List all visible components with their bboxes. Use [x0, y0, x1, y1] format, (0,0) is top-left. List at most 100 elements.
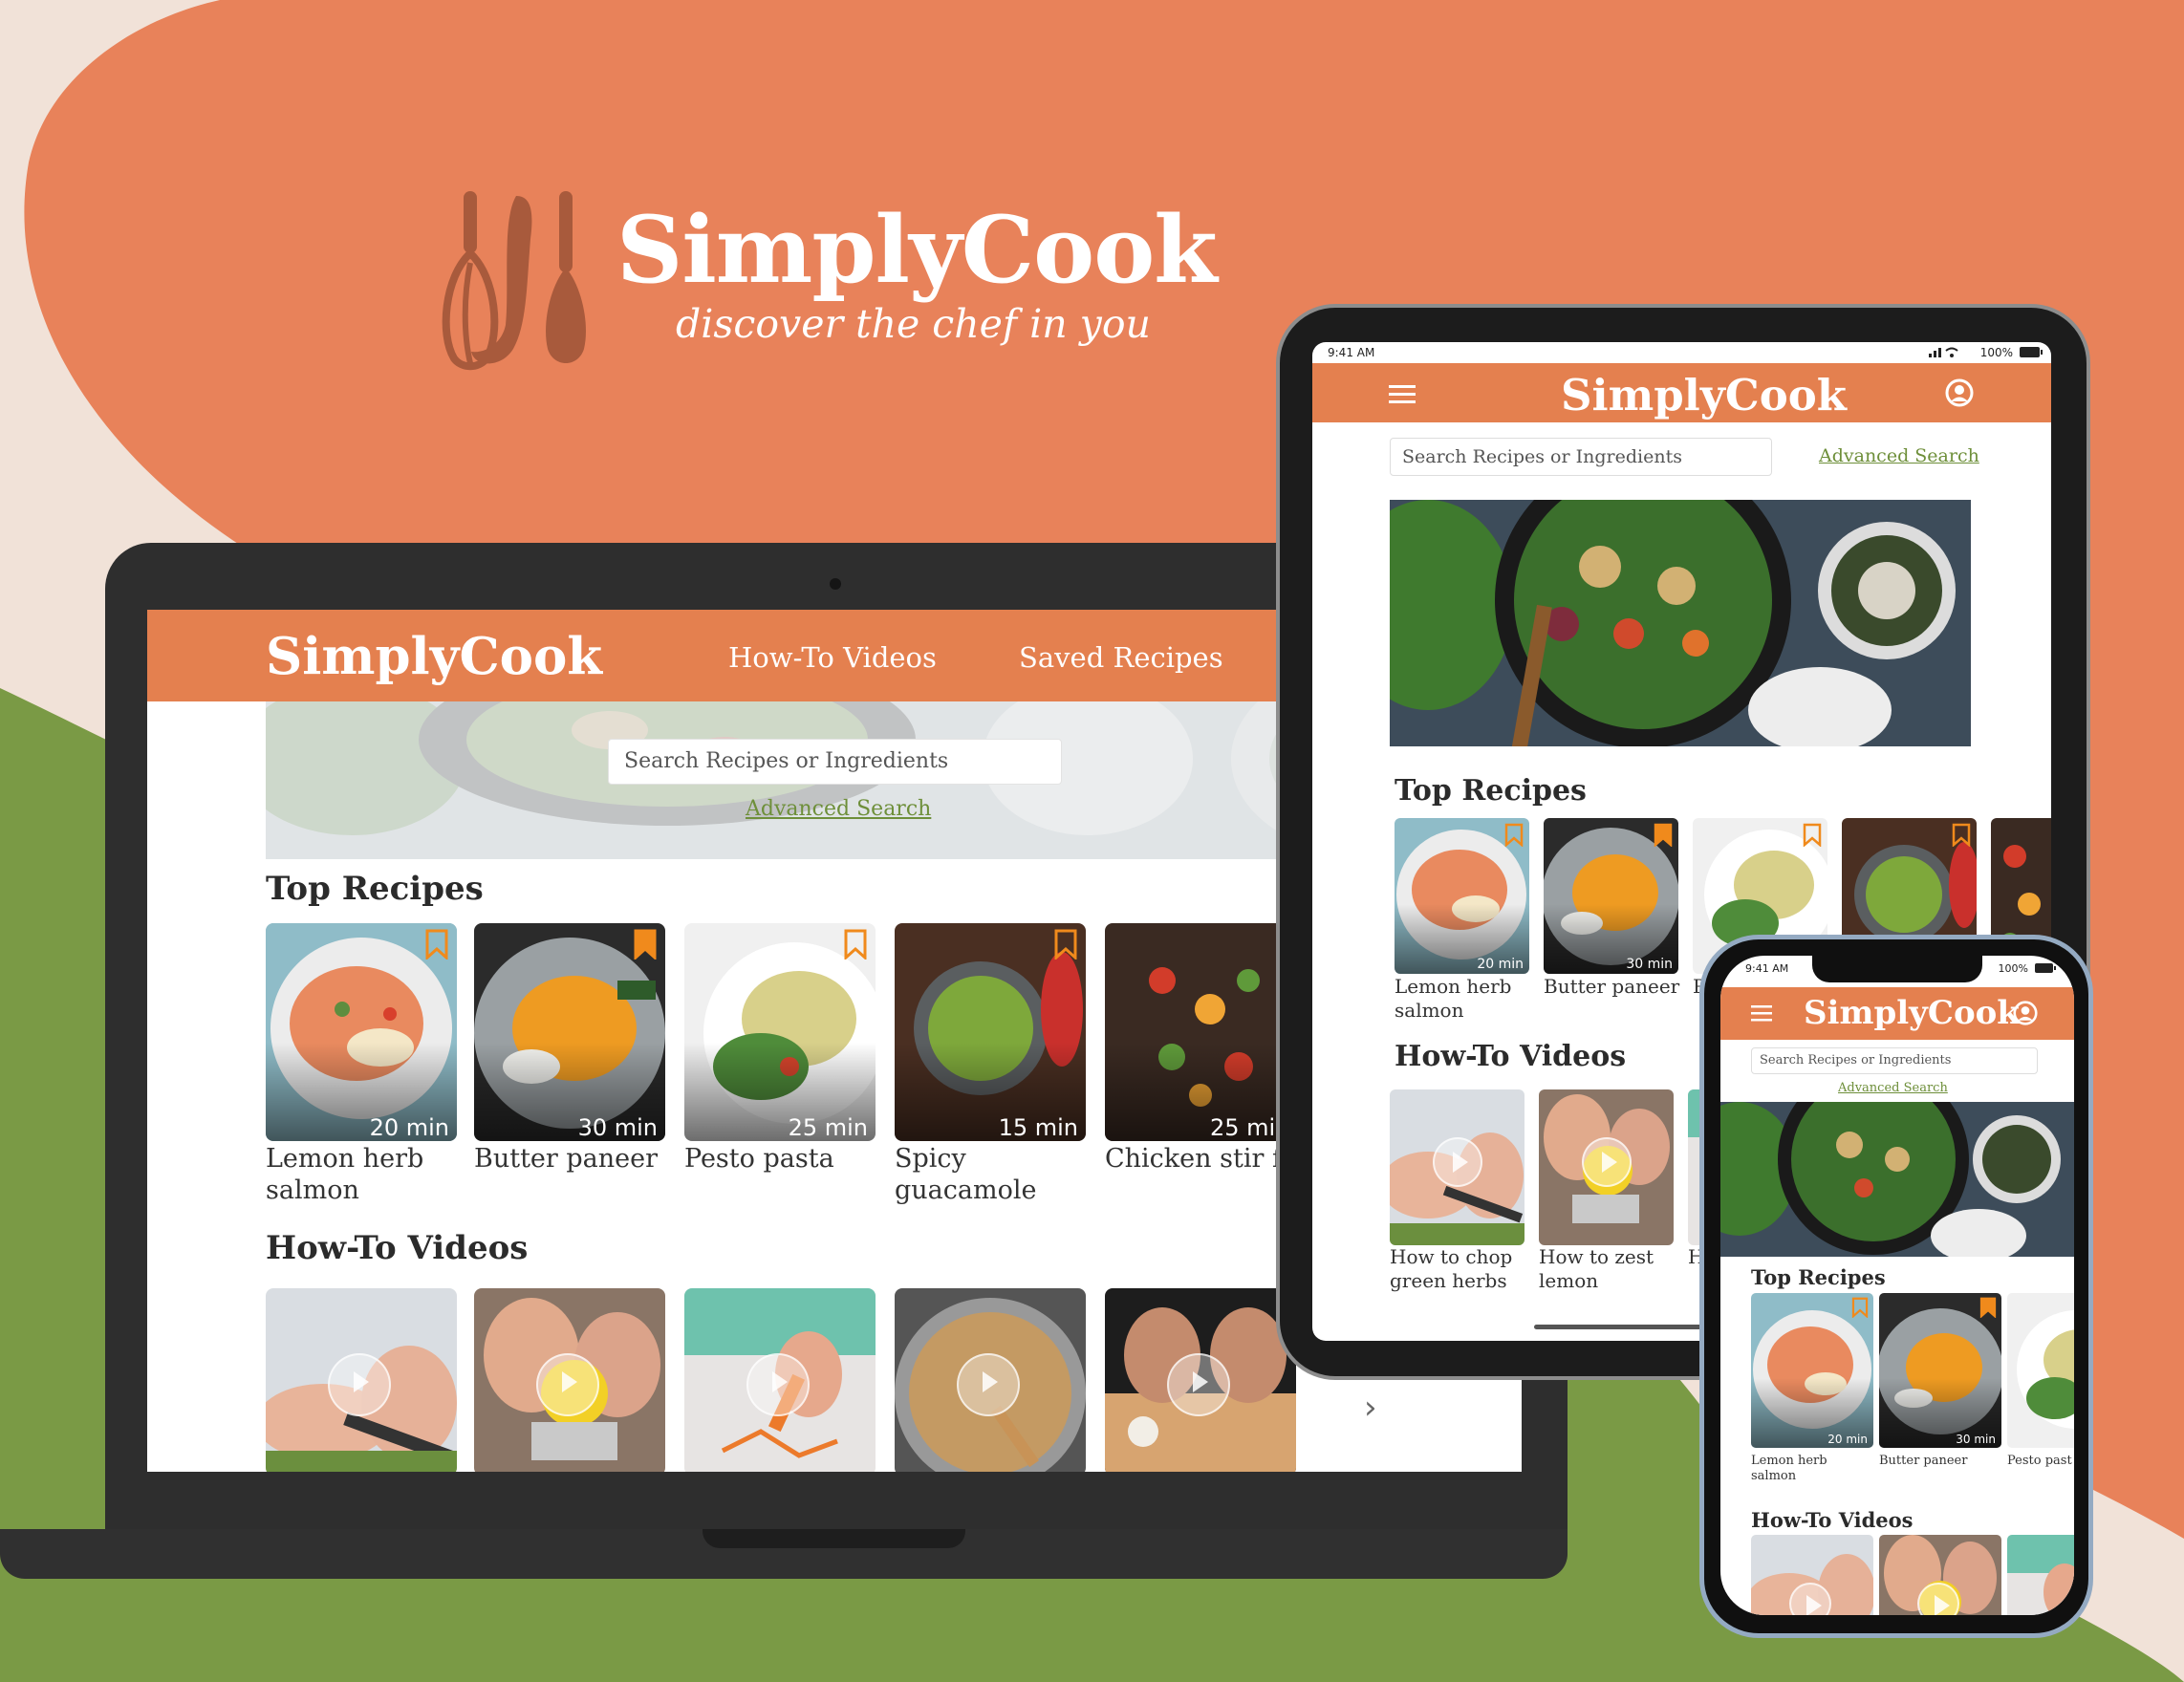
search-placeholder: Search Recipes or Ingredients: [1760, 1053, 1952, 1067]
brand-tagline: discover the chef in you: [676, 301, 1151, 347]
recipe-card[interactable]: [2007, 1293, 2074, 1448]
recipe-card[interactable]: 30 min: [1879, 1293, 2001, 1448]
recipe-name[interactable]: Butter paneer: [1879, 1454, 2003, 1469]
play-icon[interactable]: [536, 1353, 599, 1416]
play-icon[interactable]: [957, 1353, 1020, 1416]
recipe-card[interactable]: 30 min: [1544, 818, 1678, 974]
search-placeholder: Search Recipes or Ingredients: [624, 749, 949, 773]
bookmark-icon[interactable]: [1053, 929, 1078, 960]
recipe-name[interactable]: Lemon herb salmon: [266, 1143, 466, 1206]
how-to-videos-heading: How-To Videos: [1751, 1508, 1914, 1532]
advanced-search-link[interactable]: Advanced Search: [1838, 1081, 1948, 1095]
advanced-search-link[interactable]: Advanced Search: [746, 797, 931, 821]
cook-time: 20 min: [1827, 1433, 1868, 1446]
menu-icon[interactable]: [1751, 1004, 1772, 1022]
battery-icon: [2035, 963, 2056, 973]
cook-time: 20 min: [1477, 957, 1524, 972]
site-logo[interactable]: SimplyCook: [1561, 370, 1847, 420]
video-title[interactable]: How to zest lemon: [1539, 1245, 1682, 1293]
recipe-name[interactable]: Lemon herb salmon: [1395, 975, 1538, 1023]
recipe-name[interactable]: Pesto past: [2007, 1454, 2074, 1469]
site-logo[interactable]: SimplyCook: [266, 627, 602, 686]
status-battery: 100%: [1979, 346, 2013, 359]
recipe-name[interactable]: Lemon herb salmon: [1751, 1454, 1875, 1484]
video-frame: [2007, 1535, 2074, 1615]
status-battery: 100%: [1998, 962, 2028, 975]
bookmark-icon[interactable]: [1803, 823, 1822, 847]
bookmark-icon[interactable]: [1952, 823, 1971, 847]
cook-time: 25 mi: [1210, 1114, 1276, 1141]
recipe-card[interactable]: 20 min: [266, 923, 457, 1141]
top-recipes-heading: Top Recipes: [266, 870, 484, 908]
hero-image: [1390, 500, 1971, 746]
battery-icon: [2020, 347, 2043, 357]
laptop-camera: [830, 578, 841, 590]
brand-title: SimplyCook: [616, 196, 1218, 304]
menu-icon[interactable]: [1389, 384, 1416, 405]
video-thumbnail[interactable]: [1879, 1535, 2001, 1615]
recipe-card[interactable]: 20 min: [1751, 1293, 1873, 1448]
bookmark-icon[interactable]: [1979, 1297, 1997, 1318]
nav-how-to-videos[interactable]: How-To Videos: [728, 641, 937, 674]
recipe-name[interactable]: Spicy guacamole: [895, 1143, 1095, 1206]
chevron-right-icon[interactable]: ›: [1364, 1389, 1393, 1427]
search-placeholder: Search Recipes or Ingredients: [1402, 446, 1682, 467]
cook-time: 15 min: [998, 1114, 1078, 1141]
video-thumbnail[interactable]: [1539, 1089, 1674, 1245]
recipe-card[interactable]: 25 min: [684, 923, 876, 1141]
video-thumbnail[interactable]: [895, 1288, 1086, 1472]
recipe-photo: [2007, 1293, 2074, 1448]
recipe-name[interactable]: Butter paneer: [474, 1143, 675, 1175]
search-input[interactable]: Search Recipes or Ingredients: [608, 739, 1062, 785]
video-thumbnail[interactable]: [266, 1288, 457, 1472]
how-to-videos-heading: How-To Videos: [266, 1229, 529, 1267]
cook-time: 20 min: [369, 1114, 449, 1141]
bookmark-icon[interactable]: [633, 929, 658, 960]
top-recipes-heading: Top Recipes: [1395, 774, 1587, 808]
recipe-card[interactable]: 15 min: [895, 923, 1086, 1141]
user-account-icon[interactable]: [1945, 378, 1974, 407]
play-icon[interactable]: [1167, 1353, 1230, 1416]
recipe-card[interactable]: 25 mi: [1105, 923, 1296, 1141]
bookmark-icon[interactable]: [1504, 823, 1524, 847]
top-nav-bar: SimplyCook: [1720, 987, 2074, 1040]
video-thumbnail[interactable]: [1390, 1089, 1524, 1245]
video-thumbnail[interactable]: [1105, 1288, 1296, 1472]
recipe-card[interactable]: 20 min: [1395, 818, 1529, 974]
bookmark-icon[interactable]: [424, 929, 449, 960]
video-thumbnail[interactable]: [474, 1288, 665, 1472]
signal-wifi-icon: [1929, 347, 1958, 357]
advanced-search-link[interactable]: Advanced Search: [1819, 445, 1979, 466]
site-logo[interactable]: SimplyCook: [1804, 994, 2020, 1032]
bookmark-icon[interactable]: [843, 929, 868, 960]
video-thumbnail[interactable]: [684, 1288, 876, 1472]
user-account-icon[interactable]: [2013, 1001, 2038, 1025]
search-input[interactable]: Search Recipes or Ingredients: [1751, 1047, 2038, 1074]
cook-time: 30 min: [1626, 957, 1673, 972]
recipe-card[interactable]: 30 min: [474, 923, 665, 1141]
video-thumbnail[interactable]: [1751, 1535, 1873, 1615]
bookmark-icon[interactable]: [1851, 1297, 1869, 1318]
status-time: 9:41 AM: [1745, 962, 1789, 975]
play-icon[interactable]: [1433, 1137, 1482, 1187]
status-time: 9:41 AM: [1328, 346, 1375, 359]
phone-notch: [1812, 956, 1982, 982]
phone-screen: 9:41 AM 100% SimplyCook Search Recipes o…: [1720, 956, 2074, 1615]
video-thumbnail[interactable]: [2007, 1535, 2074, 1615]
play-icon[interactable]: [1582, 1137, 1632, 1187]
nav-saved-recipes[interactable]: Saved Recipes: [1019, 641, 1223, 674]
video-title[interactable]: How to chop green herbs: [1390, 1245, 1533, 1293]
laptop-hinge-notch: [703, 1529, 965, 1548]
play-icon[interactable]: [328, 1353, 391, 1416]
search-input[interactable]: Search Recipes or Ingredients: [1390, 438, 1772, 476]
hero-food-photo: [1390, 500, 1971, 746]
recipe-name[interactable]: Butter paneer: [1544, 975, 1687, 999]
cook-time: 30 min: [577, 1114, 658, 1141]
cook-time: 25 min: [788, 1114, 868, 1141]
play-icon[interactable]: [746, 1353, 810, 1416]
how-to-videos-heading: How-To Videos: [1395, 1040, 1627, 1073]
brand-lockup: SimplyCook discover the chef in you: [435, 182, 1218, 373]
recipe-name[interactable]: Pesto pasta: [684, 1143, 885, 1175]
bookmark-icon[interactable]: [1654, 823, 1673, 847]
hero-food-photo: [1720, 1102, 2074, 1257]
